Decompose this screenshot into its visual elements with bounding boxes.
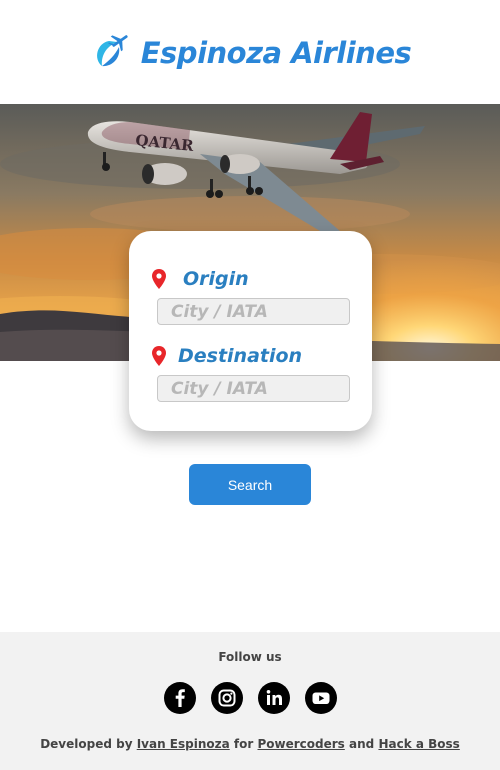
footer: Follow us Developed by Ivan Espinoza for… [0,632,500,770]
hack-a-boss-link[interactable]: Hack a Boss [378,737,459,751]
location-pin-icon [152,346,166,366]
powercoders-link[interactable]: Powercoders [258,737,345,751]
plane-logo-icon [96,35,128,67]
credits-prefix: Developed by [40,737,133,751]
origin-input[interactable] [157,298,350,325]
location-pin-icon [152,269,166,289]
youtube-icon[interactable] [304,682,337,714]
header: Espinoza Airlines [0,0,500,104]
origin-label: Origin [183,268,249,290]
destination-input[interactable] [157,375,350,402]
search-card: Origin Destination [129,231,372,431]
credits-and: and [349,737,375,751]
credits-for: for [233,737,254,751]
instagram-icon[interactable] [210,682,243,714]
app-title: Espinoza Airlines [140,36,412,70]
search-button[interactable]: Search [189,464,311,505]
page: Espinoza Airlines QATAR Origin City / IA… [0,0,500,770]
facebook-icon[interactable] [163,682,196,714]
credits: Developed by Ivan Espinoza for Powercode… [0,737,500,751]
social-links [0,682,500,714]
brand[interactable]: Espinoza Airlines [89,33,412,73]
author-link[interactable]: Ivan Espinoza [137,737,230,751]
follow-us-label: Follow us [218,650,282,664]
origin-label-row: Origin [152,268,249,290]
destination-label-row: Destination [152,345,302,367]
linkedin-icon[interactable] [257,682,290,714]
destination-label: Destination [178,345,303,367]
